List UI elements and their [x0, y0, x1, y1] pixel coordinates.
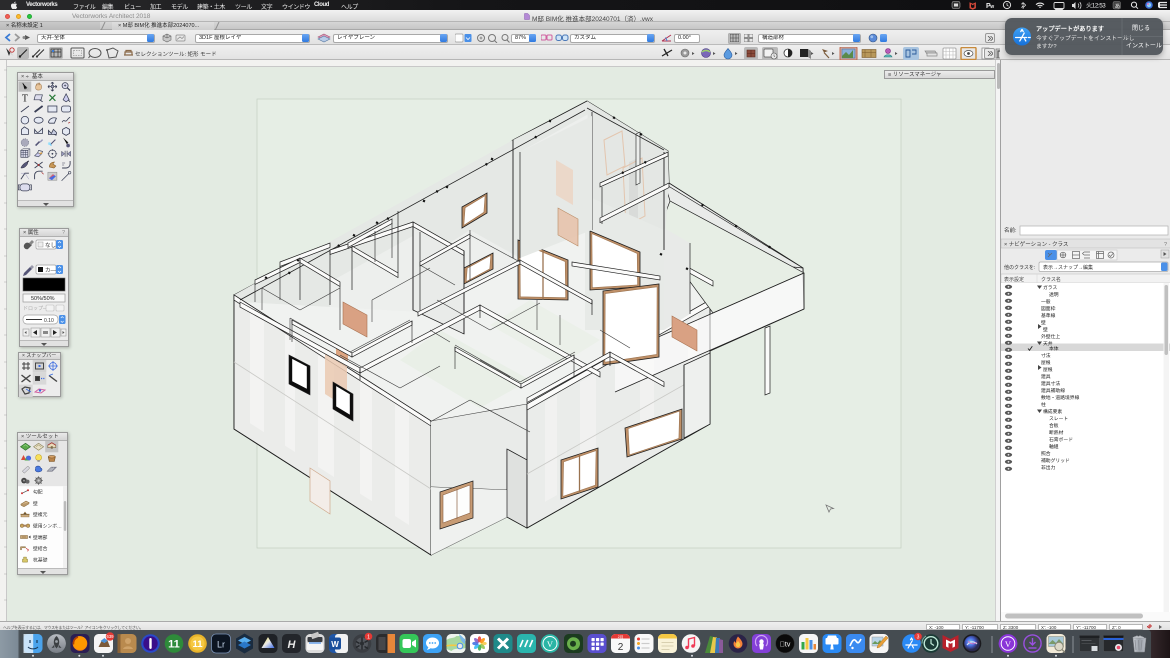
svg-text:非出力: 非出力 — [1041, 464, 1056, 471]
svg-text:杭基礎: 杭基礎 — [33, 556, 48, 563]
svg-text:壁: 壁 — [1041, 319, 1046, 326]
svg-text:壁: 壁 — [1043, 326, 1048, 333]
svg-text:639: 639 — [107, 634, 115, 639]
svg-text:ガラス: ガラス — [1043, 284, 1057, 291]
svg-text:建具寸法: 建具寸法 — [1041, 380, 1060, 387]
svg-text:建具: 建具 — [1041, 373, 1051, 380]
svg-text:石膏ボード: 石膏ボード — [1049, 436, 1073, 443]
svg-text:名前:: 名前: — [1004, 226, 1017, 234]
svg-text:インストール: インストール — [1126, 43, 1162, 50]
svg-text:?: ? — [1164, 242, 1167, 248]
svg-text:11: 11 — [168, 638, 180, 650]
svg-text:建具補助線: 建具補助線 — [1041, 387, 1065, 394]
svg-text:補助グリッド: 補助グリッド — [1041, 457, 1070, 464]
svg-text:図面枠: 図面枠 — [1041, 305, 1056, 312]
svg-text:V: V — [1005, 639, 1012, 649]
svg-text:ますか?: ますか? — [1036, 43, 1057, 50]
svg-text:断熱材: 断熱材 — [1049, 429, 1064, 436]
svg-text:ドロップ—: ドロップ— — [23, 306, 48, 312]
svg-text:他のクラスを:: 他のクラスを: — [1004, 264, 1035, 271]
svg-text:壁端部: 壁端部 — [33, 534, 48, 541]
svg-text:壁複元: 壁複元 — [33, 511, 48, 518]
svg-text:壁結合: 壁結合 — [33, 545, 48, 552]
svg-text:H: H — [288, 639, 297, 651]
svg-text:今すぐアップデートをインストールし: 今すぐアップデートをインストールし — [1036, 34, 1135, 42]
svg-text:× ナビゲーション - クラス: × ナビゲーション - クラス — [1004, 240, 1068, 248]
svg-text:天井: 天井 — [1043, 340, 1053, 347]
svg-text:構成要素: 構成要素 — [1043, 408, 1062, 415]
svg-text:火12:53: 火12:53 — [1086, 3, 1106, 10]
svg-text:スレート: スレート — [1049, 416, 1068, 422]
svg-text:V: V — [547, 639, 554, 649]
svg-text:クラス名: クラス名 — [1041, 276, 1061, 283]
svg-text:11: 11 — [192, 639, 203, 650]
svg-text:屋根: 屋根 — [1043, 366, 1053, 373]
svg-text:軸組: 軸組 — [1049, 443, 1059, 450]
svg-text:本体: 本体 — [1049, 345, 1059, 352]
svg-text:合板: 合板 — [1049, 422, 1059, 429]
svg-text:表示→スナップ→編集: 表示→スナップ→編集 — [1043, 264, 1093, 271]
svg-text:アップデートがあります: アップデートがあります — [1036, 25, 1104, 33]
svg-text:カ—: カ— — [45, 267, 57, 274]
svg-text:外壁仕上: 外壁仕上 — [1041, 333, 1060, 340]
svg-text:敷地・道路境界線: 敷地・道路境界線 — [1041, 394, 1080, 401]
svg-text:T: T — [22, 93, 28, 104]
svg-text:Pw: Pw — [986, 3, 994, 10]
svg-text:表示設定: 表示設定 — [1004, 276, 1024, 283]
svg-text:2月: 2月 — [618, 633, 623, 638]
svg-text:0.10: 0.10 — [44, 318, 54, 324]
svg-text:閉じる: 閉じる — [1132, 25, 1150, 32]
svg-text:Lr: Lr — [217, 639, 225, 649]
svg-text:透明: 透明 — [1049, 291, 1059, 298]
svg-text:一般: 一般 — [1041, 298, 1051, 305]
svg-text:50%/50%: 50%/50% — [31, 296, 55, 302]
svg-text:3: 3 — [917, 634, 920, 640]
svg-text:勾配: 勾配 — [33, 489, 43, 496]
svg-text:屋根: 屋根 — [1041, 359, 1051, 366]
svg-text:壁: 壁 — [33, 500, 38, 507]
svg-text:照合: 照合 — [1041, 450, 1051, 457]
svg-text:1: 1 — [367, 634, 370, 640]
svg-text:なし: なし — [45, 242, 56, 249]
svg-text:壁用シンボ…: 壁用シンボ… — [33, 523, 62, 530]
svg-text:基準線: 基準線 — [1041, 312, 1056, 319]
svg-text:寸法: 寸法 — [1041, 352, 1051, 359]
svg-text:柱: 柱 — [1041, 401, 1046, 408]
svg-text:W: W — [331, 640, 339, 649]
svg-text:あ: あ — [1115, 3, 1120, 10]
svg-text:tv: tv — [780, 641, 791, 648]
svg-text:2: 2 — [618, 642, 624, 653]
